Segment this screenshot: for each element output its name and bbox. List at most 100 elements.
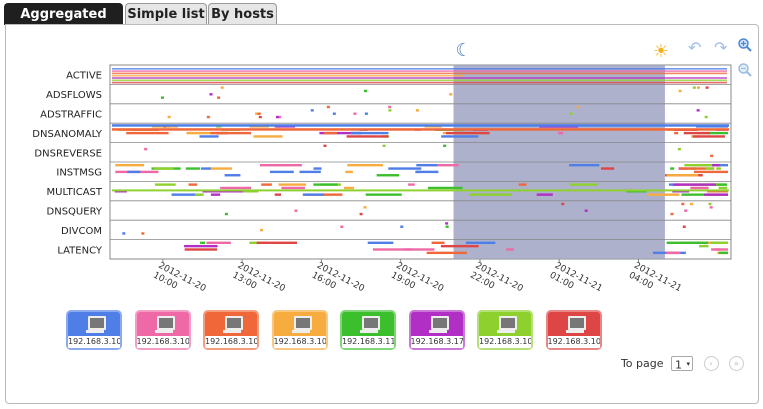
host-ip: 192.168.3.100 — [205, 336, 257, 348]
event-mark — [388, 167, 422, 170]
event-mark — [705, 86, 709, 89]
sun-icon: ☀ — [653, 41, 669, 62]
host-button[interactable]: 192.168.3.109 — [66, 310, 122, 350]
event-mark — [709, 206, 713, 209]
event-mark — [518, 183, 527, 186]
event-mark — [681, 202, 685, 206]
event-mark — [576, 105, 580, 109]
event-mark — [188, 183, 198, 186]
row-label: INSTMSG — [56, 168, 102, 179]
host-button[interactable]: 192.168.3.100 — [203, 310, 259, 350]
event-mark — [184, 244, 218, 248]
last-page-button[interactable]: » — [729, 356, 744, 371]
zoom-in-icon[interactable] — [738, 38, 752, 55]
host-ip: 192.168.3.109 — [68, 336, 120, 348]
event-mark — [382, 144, 386, 147]
event-mark — [206, 115, 210, 119]
event-mark — [440, 244, 479, 248]
event-mark — [346, 135, 389, 138]
event-mark — [294, 209, 298, 212]
event-mark — [351, 131, 389, 135]
event-mark — [696, 109, 700, 112]
tab-aggregated-view[interactable]: Aggregated view — [4, 3, 123, 43]
event-mark — [260, 228, 264, 232]
computer-base — [291, 330, 310, 333]
event-mark — [415, 170, 421, 174]
event-mark — [258, 115, 262, 119]
row-label: DNSANOMALY — [32, 129, 103, 140]
event-mark — [718, 251, 728, 255]
computer-icon — [293, 316, 312, 330]
event-mark — [684, 209, 688, 212]
event-line — [112, 189, 729, 192]
computer-base — [154, 330, 173, 333]
event-mark — [313, 167, 322, 170]
event-mark — [710, 154, 714, 158]
page-select[interactable]: 1 ▾ — [671, 356, 693, 372]
host-button[interactable]: 192.168.3.114 — [340, 310, 396, 350]
event-mark — [332, 112, 336, 115]
undo-icon[interactable]: ↶ — [688, 40, 701, 56]
event-mark — [408, 183, 415, 186]
event-mark — [561, 202, 565, 206]
event-mark — [253, 135, 283, 138]
event-mark — [323, 131, 338, 135]
computer-base — [223, 330, 241, 333]
host-button[interactable]: 192.168.3.174 — [408, 310, 465, 350]
event-mark — [167, 115, 171, 119]
event-mark — [154, 183, 176, 186]
event-mark — [274, 193, 282, 196]
event-mark — [716, 167, 721, 170]
event-mark — [647, 193, 680, 196]
computer-base — [360, 330, 378, 333]
event-mark — [363, 206, 367, 209]
event-mark — [415, 109, 419, 112]
next-page-button[interactable]: › — [703, 356, 719, 371]
event-mark — [584, 209, 588, 212]
host-button[interactable]: 192.168.3.103 — [134, 310, 191, 350]
event-mark — [185, 167, 200, 170]
event-mark — [449, 93, 453, 96]
redo-icon[interactable]: ↷ — [714, 40, 727, 56]
pager-label: To page — [620, 357, 664, 370]
event-mark — [208, 167, 232, 170]
event-mark — [692, 135, 725, 138]
event-mark — [126, 131, 169, 135]
event-mark — [220, 186, 252, 190]
active-bar — [112, 74, 464, 77]
tab-simple-list[interactable]: Simple list — [125, 3, 207, 25]
event-mark — [194, 193, 204, 196]
active-bar — [112, 68, 727, 70]
host-button[interactable]: 192.168.3.10 — [545, 310, 602, 350]
row-label: MULTICAST — [47, 187, 103, 198]
tab-by-hosts[interactable]: By hosts — [208, 3, 277, 25]
event-mark — [345, 170, 353, 174]
host-button[interactable]: 192.168.3.102 — [271, 310, 328, 350]
computer-base — [428, 330, 447, 333]
event-mark — [210, 131, 252, 135]
event-mark — [259, 164, 302, 167]
event-mark — [256, 241, 298, 244]
event-mark — [224, 174, 241, 177]
event-mark — [569, 183, 598, 186]
host-button[interactable]: 192.168.3.10 — [477, 310, 533, 350]
page-select-value: 1 — [675, 358, 682, 372]
computer-icon — [567, 316, 586, 330]
event-mark — [364, 112, 368, 115]
row-label: ADSFLOWS — [46, 90, 102, 101]
event-mark — [206, 241, 231, 244]
pagination: To page 1 ▾ › » — [621, 356, 744, 374]
x-tick-label: 2012-11-2104:00 — [627, 261, 683, 304]
event-mark — [199, 135, 219, 138]
moon-icon: ☾ — [456, 40, 472, 61]
event-mark — [443, 144, 447, 147]
event-mark — [441, 135, 479, 138]
event-mark — [699, 244, 709, 248]
event-mark — [269, 170, 294, 174]
event-mark — [693, 170, 728, 174]
event-mark — [364, 89, 368, 93]
row-label: DNSQUERY — [47, 207, 103, 218]
event-mark — [153, 167, 174, 170]
event-mark — [323, 144, 327, 147]
zoom-out-icon[interactable] — [738, 63, 752, 80]
